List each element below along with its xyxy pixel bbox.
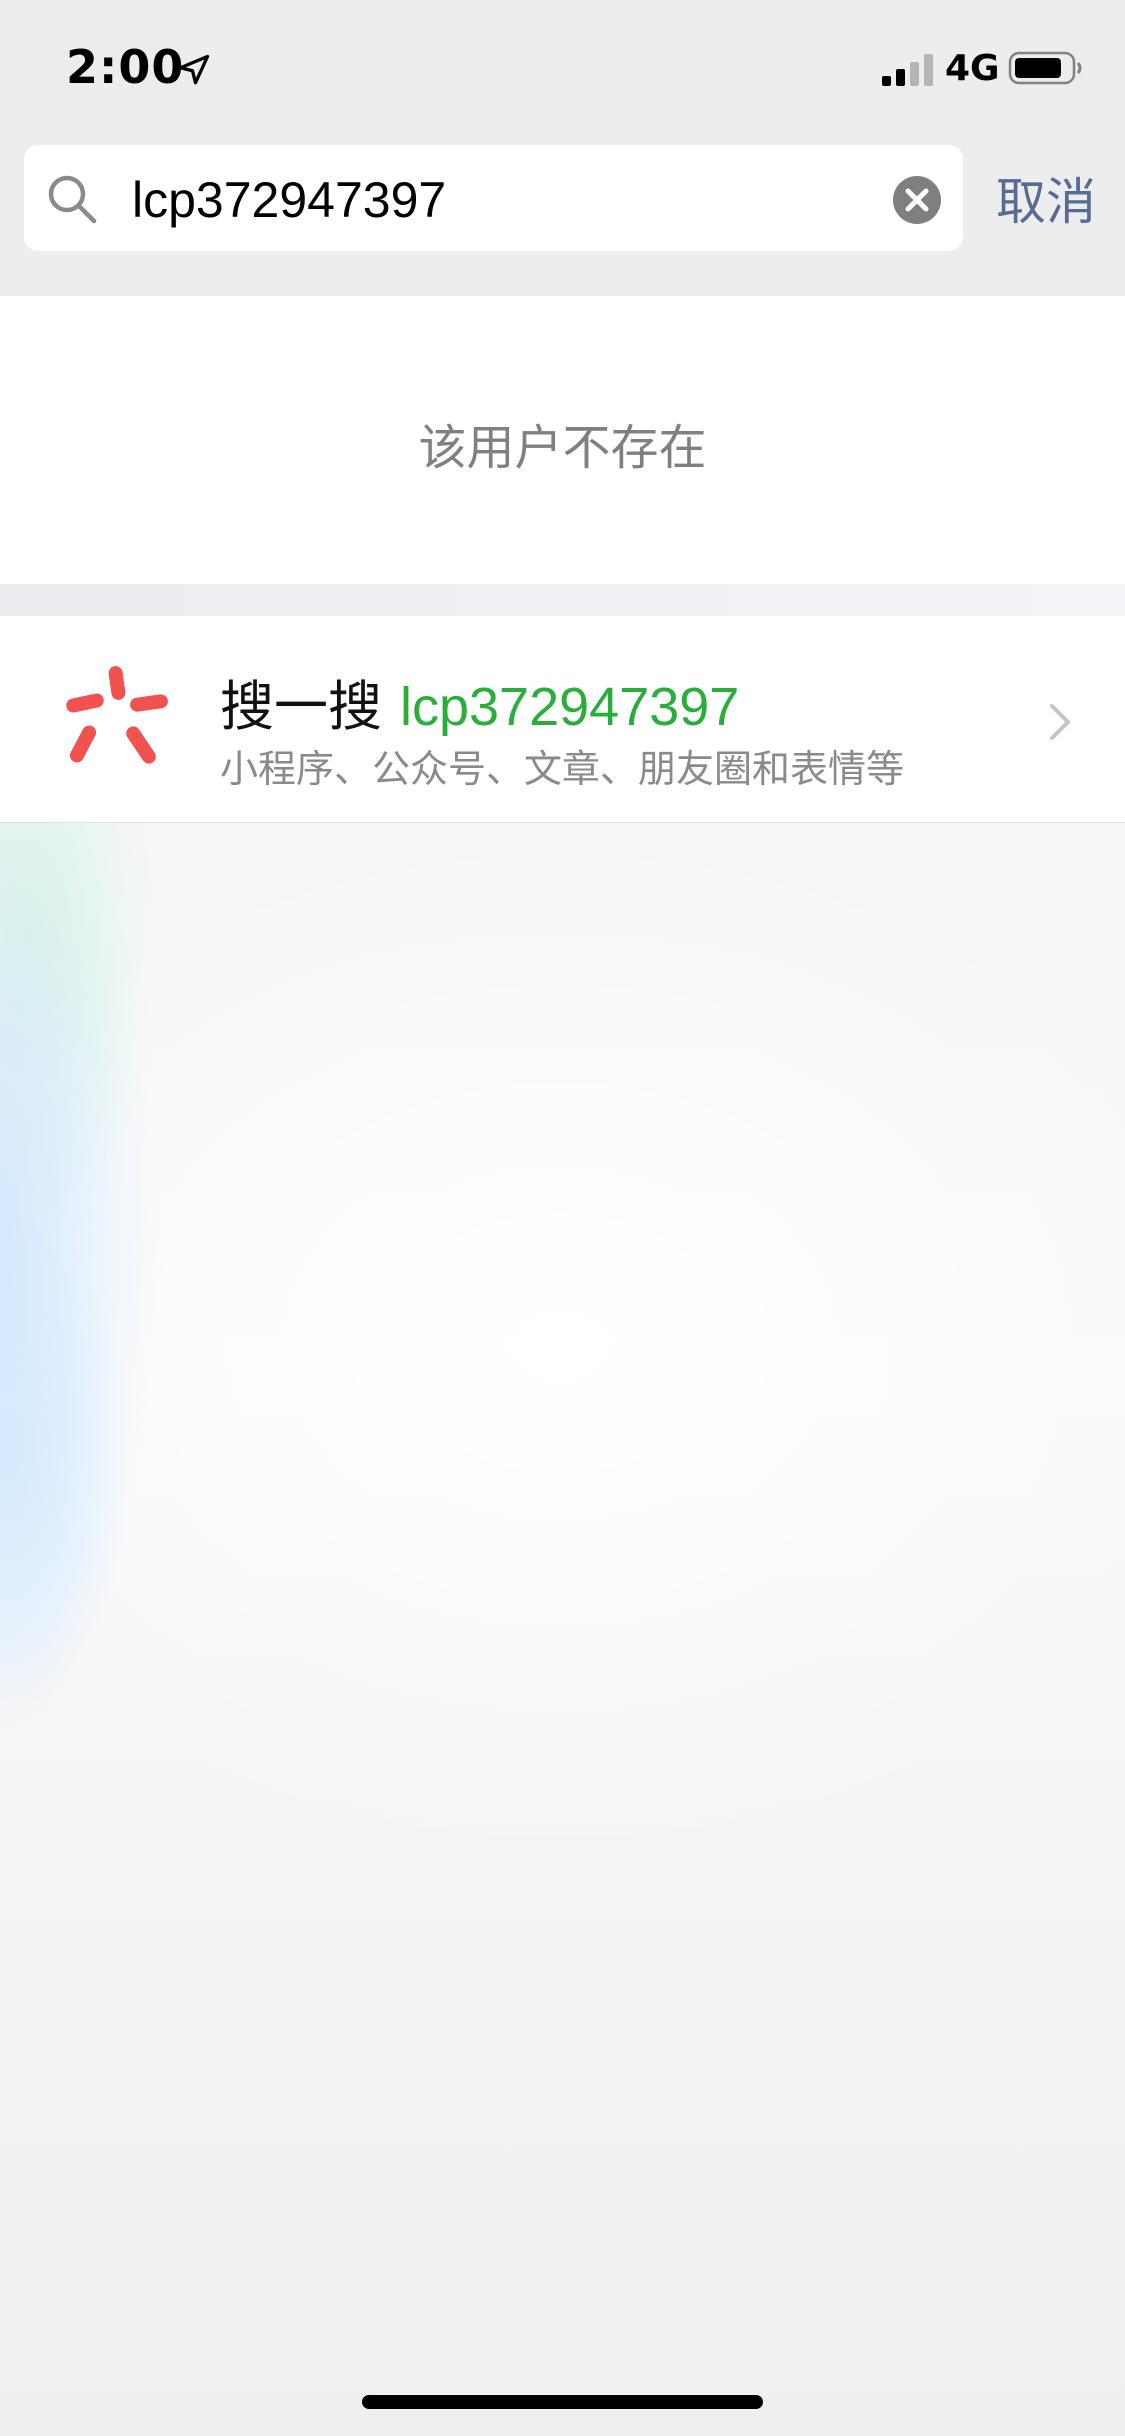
clear-icon[interactable] [892,175,942,225]
sou-yi-sou-query: lcp372947397 [400,677,740,737]
home-indicator[interactable] [362,2395,763,2409]
sou-yi-sou-logo-icon [66,666,168,764]
chevron-right-icon [1050,704,1070,740]
sou-yi-sou-title: 搜一搜 lcp372947397 [220,662,739,741]
sou-yi-sou-label: 搜一搜 [220,675,382,738]
search-input[interactable]: lcp372947397 [24,145,963,251]
search-bar: lcp372947397 取消 [0,140,1125,296]
search-icon [48,175,97,224]
signal-icon [882,54,933,86]
search-screen: 2:00 4G lcp372947397 取消 该用户不存在 搜一搜 lcp37… [0,0,1125,2436]
section-divider [0,584,1125,616]
cancel-button[interactable]: 取消 [996,162,1096,234]
location-arrow-icon [178,54,210,85]
search-query-text[interactable]: lcp372947397 [132,171,446,229]
network-label: 4G [945,48,1000,89]
battery-icon [1008,51,1082,85]
blurred-background [0,823,1125,2436]
sou-yi-sou-subtitle: 小程序、公众号、文章、朋友圈和表情等 [220,747,905,791]
status-time: 2:00 [66,40,185,94]
status-bar: 2:00 4G [0,0,1125,140]
not-found-message: 该用户不存在 [418,420,707,476]
not-found-panel: 该用户不存在 [0,296,1125,584]
sou-yi-sou-row[interactable]: 搜一搜 lcp372947397 小程序、公众号、文章、朋友圈和表情等 [0,616,1125,823]
